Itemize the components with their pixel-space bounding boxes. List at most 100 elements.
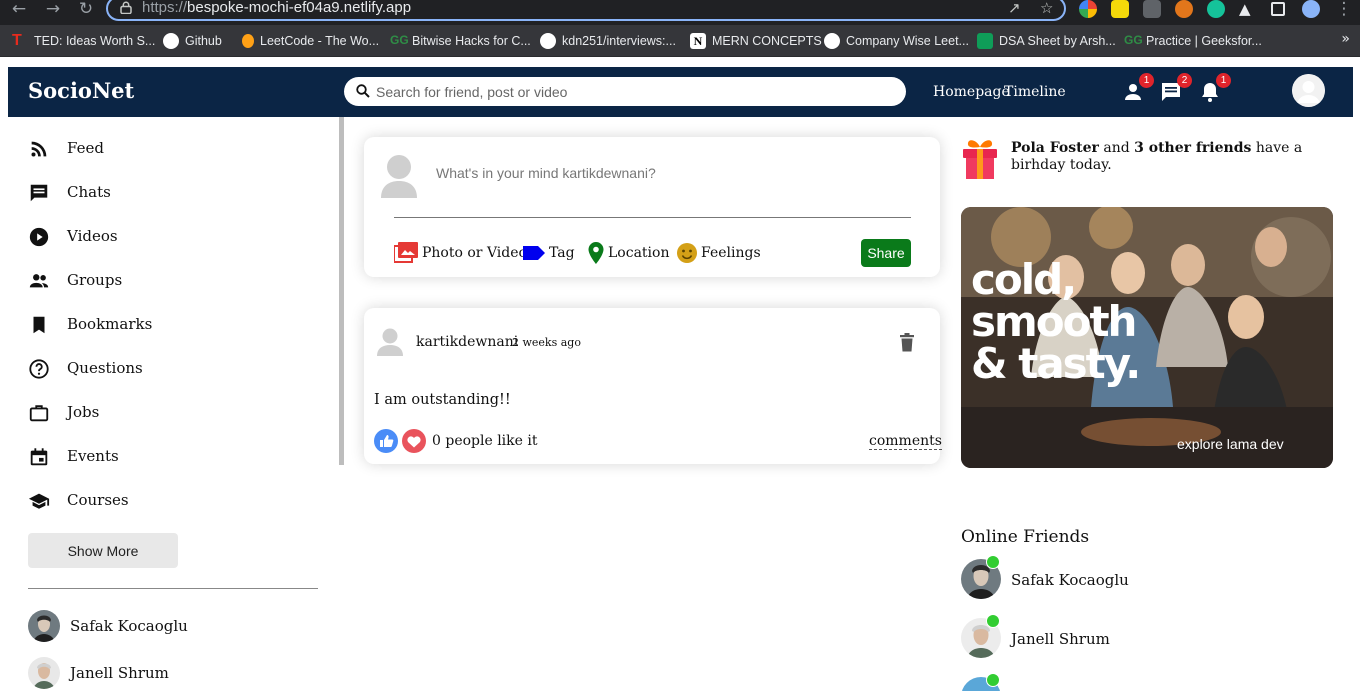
comments-link[interactable]: comments: [869, 433, 942, 450]
chats-button[interactable]: 2: [1159, 73, 1192, 104]
chrome-extension-icon[interactable]: [1079, 0, 1097, 18]
sidebar-item-videos[interactable]: Videos: [28, 225, 118, 249]
bookmark-label: Github: [185, 34, 222, 48]
forward-icon[interactable]: →: [43, 0, 63, 20]
homepage-link[interactable]: Homepage: [933, 84, 1010, 100]
menu-icon[interactable]: ⋮: [1334, 0, 1354, 20]
sidepanel-icon[interactable]: [1271, 2, 1285, 16]
back-icon[interactable]: ←: [9, 0, 29, 20]
sidebar-item-feed[interactable]: Feed: [28, 137, 104, 161]
sidebar-item-label: Questions: [67, 359, 143, 377]
online-indicator: [986, 555, 1000, 569]
ad-footer: explore lama dev: [1177, 436, 1284, 452]
post-username[interactable]: kartikdewnani: [416, 334, 518, 350]
online-friend[interactable]: [961, 673, 1261, 691]
sidebar-item-label: Chats: [67, 183, 111, 201]
puzzle-icon[interactable]: ▲: [1239, 0, 1257, 18]
github-icon: [163, 33, 179, 49]
sidebar-item-chats[interactable]: Chats: [28, 181, 111, 205]
sidebar-item-label: Feed: [67, 139, 104, 157]
logo[interactable]: SocioNet: [28, 78, 134, 103]
notifications-button[interactable]: 1: [1198, 73, 1231, 104]
thumb-up-icon: [380, 435, 394, 447]
user-avatar[interactable]: [1292, 74, 1325, 107]
bookmark-practice[interactable]: GG Practice | Geeksfor...: [1124, 31, 1262, 51]
sidebar-friend[interactable]: Janell Shrum: [28, 657, 169, 689]
sidebar-item-courses[interactable]: Courses: [28, 489, 129, 513]
sidebar-item-jobs[interactable]: Jobs: [28, 401, 99, 425]
option-label: Photo or Video: [422, 245, 527, 261]
option-label: Feelings: [701, 245, 761, 261]
extension-a-icon[interactable]: [1111, 0, 1129, 18]
metamask-icon[interactable]: [1175, 0, 1193, 18]
event-icon: [30, 448, 48, 466]
bookmark-label: LeetCode - The Wo...: [260, 34, 380, 48]
ad-line: smooth: [971, 297, 1137, 346]
online-friend[interactable]: Safak Kocaoglu: [961, 555, 1261, 599]
birthday-mid: and: [1103, 140, 1130, 156]
bookmark-bitwise[interactable]: GG Bitwise Hacks for C...: [390, 31, 531, 51]
ted-icon: T: [12, 32, 22, 49]
sidebar-scrollbar[interactable]: [339, 117, 344, 465]
ad-banner[interactable]: cold, smooth & tasty. explore lama dev: [961, 207, 1333, 468]
sidebar-item-label: Courses: [67, 491, 129, 509]
bookmark-label: TED: Ideas Worth S...: [34, 34, 156, 48]
friend-name: Safak Kocaoglu: [1011, 571, 1129, 589]
bookmark-dsa-sheet[interactable]: DSA Sheet by Arsh...: [977, 31, 1116, 51]
bookmark-company-wise[interactable]: Company Wise Leet...: [824, 31, 969, 51]
avatar-placeholder-icon: [1292, 74, 1325, 107]
app-navbar: SocioNet Homepage Timeline 1 2 1: [8, 67, 1353, 117]
sidebar-item-bookmarks[interactable]: Bookmarks: [28, 313, 152, 337]
friend-name: Safak Kocaoglu: [70, 617, 188, 635]
like-button[interactable]: [374, 429, 398, 453]
share-box: Photo or Video Tag Location Feelings Sha…: [364, 137, 940, 277]
show-more-button[interactable]: Show More: [28, 533, 178, 568]
avatar: [28, 610, 60, 642]
sheets-icon: [977, 33, 993, 49]
address-bar[interactable]: https://bespoke-mochi-ef04a9.netlify.app…: [106, 0, 1066, 21]
bookmarks-more-icon[interactable]: »: [1341, 31, 1350, 47]
sidebar-divider: [28, 588, 318, 589]
feelings-option[interactable]: Feelings: [677, 242, 761, 264]
location-option[interactable]: Location: [588, 242, 669, 264]
love-button[interactable]: [402, 429, 426, 453]
label-icon: [523, 246, 545, 260]
play-circle-icon: [29, 227, 49, 247]
photo-or-video-option[interactable]: Photo or Video: [394, 242, 527, 264]
chat-icon: [30, 184, 48, 202]
grammarly-icon[interactable]: [1207, 0, 1225, 18]
profile-avatar[interactable]: [1302, 0, 1320, 18]
bookmark-label: Company Wise Leet...: [846, 34, 969, 48]
sidebar-item-label: Jobs: [67, 403, 100, 421]
tag-option[interactable]: Tag: [523, 242, 575, 264]
url-host: bespoke-mochi-ef04a9.netlify.app: [187, 0, 412, 16]
bookmark-github[interactable]: Github: [163, 31, 222, 51]
star-icon[interactable]: ☆: [1040, 0, 1053, 17]
share-button[interactable]: Share: [861, 239, 911, 267]
bookmark-leetcode[interactable]: LeetCode - The Wo...: [242, 31, 379, 51]
search-input[interactable]: [376, 81, 896, 102]
sidebar-item-groups[interactable]: Groups: [28, 269, 122, 293]
search-bar: [344, 77, 906, 106]
bookmark-ted[interactable]: T TED: Ideas Worth S...: [12, 31, 155, 51]
friend-requests-button[interactable]: 1: [1121, 73, 1154, 104]
share-page-icon[interactable]: ↗: [1008, 0, 1021, 17]
bookmark-kdn251[interactable]: kdn251/interviews:...: [540, 31, 676, 51]
extension-gray-icon[interactable]: [1143, 0, 1161, 18]
gift-icon: [963, 140, 997, 179]
sidebar-item-questions[interactable]: Questions: [28, 357, 143, 381]
online-friend[interactable]: Janell Shrum: [961, 614, 1261, 658]
post-date: 2 weeks ago: [512, 336, 581, 349]
chats-badge: 2: [1177, 73, 1192, 88]
bookmark-mern[interactable]: N MERN CONCEPTS: [690, 31, 822, 51]
share-divider: [394, 217, 911, 218]
sidebar-item-events[interactable]: Events: [28, 445, 119, 469]
birthday-name: Pola Foster: [1011, 140, 1099, 156]
delete-icon[interactable]: [897, 332, 917, 352]
share-input[interactable]: [436, 163, 906, 183]
school-icon: [28, 493, 50, 509]
github-icon: [540, 33, 556, 49]
timeline-link[interactable]: Timeline: [1004, 84, 1066, 100]
sidebar-friend[interactable]: Safak Kocaoglu: [28, 610, 188, 642]
reload-icon[interactable]: ↻: [76, 0, 96, 20]
